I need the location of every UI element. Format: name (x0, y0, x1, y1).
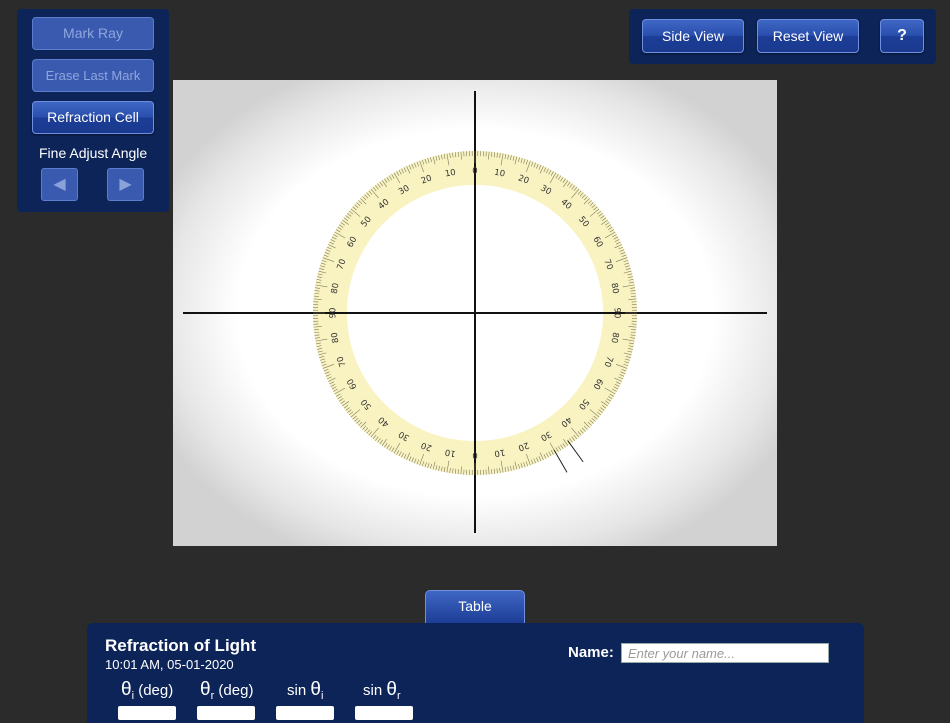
ray-mark (568, 441, 583, 462)
protractor-label: 10 (493, 168, 505, 180)
fine-adjust-angle-label: Fine Adjust Angle (39, 145, 147, 161)
column-header-sin-theta-i: sin θi (287, 679, 323, 702)
protractor-label: 80 (330, 331, 342, 343)
simulation-stage[interactable]: 0102030405060708090807060504030201001020… (173, 80, 777, 546)
erase-last-mark-button[interactable]: Erase Last Mark (32, 59, 154, 92)
table-tab[interactable]: Table (425, 590, 525, 623)
table-timestamp: 10:01 AM, 05-01-2020 (105, 657, 234, 672)
view-control-panel: Side View Reset View ? (629, 9, 936, 64)
protractor-label: 0 (472, 167, 477, 177)
protractor-label: 0 (472, 450, 477, 460)
table-cell-sin-theta-r[interactable] (355, 706, 413, 720)
protractor-diagram[interactable]: 0102030405060708090807060504030201001020… (173, 80, 777, 546)
protractor-label: 10 (493, 446, 505, 458)
left-arrow-icon: ◀ (53, 176, 65, 193)
left-control-panel: Mark Ray Erase Last Mark Refraction Cell… (17, 9, 169, 212)
protractor-label: 80 (608, 331, 620, 343)
help-button[interactable]: ? (880, 19, 924, 53)
side-view-button[interactable]: Side View (642, 19, 744, 53)
fine-adjust-left-button[interactable]: ◀ (41, 168, 78, 201)
protractor-label: 10 (444, 446, 456, 458)
table-title: Refraction of Light (105, 636, 256, 656)
column-header-theta-r: θr (deg) (200, 679, 253, 702)
table-cell-theta-i[interactable] (118, 706, 176, 720)
fine-adjust-right-button[interactable]: ▶ (107, 168, 144, 201)
protractor-label: 90 (329, 308, 339, 319)
protractor-label: 90 (612, 308, 622, 319)
protractor-label: 80 (330, 282, 342, 294)
reset-view-button[interactable]: Reset View (757, 19, 859, 53)
mark-ray-button[interactable]: Mark Ray (32, 17, 154, 50)
name-input[interactable] (621, 643, 829, 663)
protractor-label: 80 (608, 282, 620, 294)
data-table-panel: Refraction of Light 10:01 AM, 05-01-2020… (87, 623, 864, 723)
right-arrow-icon: ▶ (119, 176, 131, 193)
table-cell-sin-theta-i[interactable] (276, 706, 334, 720)
column-header-sin-theta-r: sin θr (363, 679, 401, 702)
column-header-theta-i: θi (deg) (121, 679, 173, 702)
refraction-cell-button[interactable]: Refraction Cell (32, 101, 154, 134)
ray-mark (554, 450, 567, 473)
name-label: Name: (568, 644, 614, 661)
table-cell-theta-r[interactable] (197, 706, 255, 720)
protractor-label: 10 (444, 168, 456, 180)
